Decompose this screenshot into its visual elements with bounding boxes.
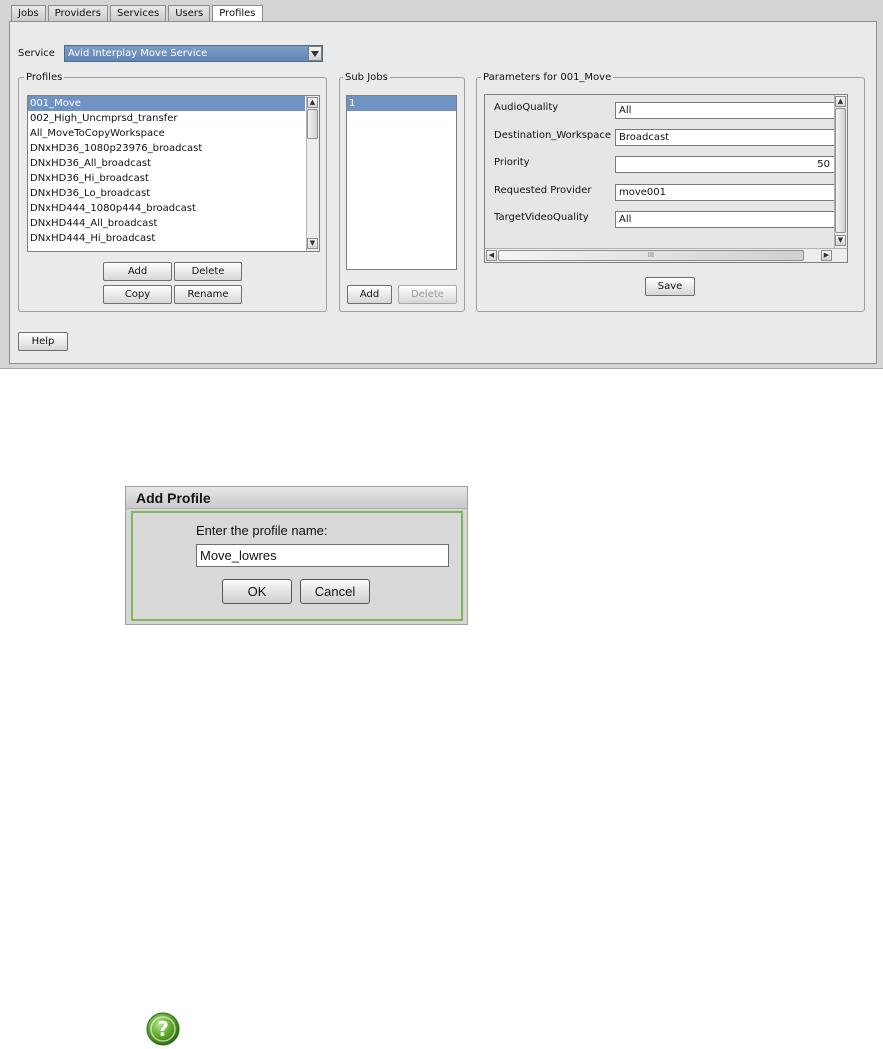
subjobs-list[interactable]: 1 xyxy=(346,95,457,270)
profile-name-input[interactable]: Move_lowres xyxy=(196,544,449,567)
param-name: Priority xyxy=(494,157,530,168)
scroll-up-icon[interactable]: ▲ xyxy=(835,96,846,107)
dialog-prompt: Enter the profile name: xyxy=(196,523,328,538)
tab-jobs[interactable]: Jobs xyxy=(11,5,46,22)
help-button[interactable]: Help xyxy=(18,332,68,351)
list-item[interactable]: DNxHD444_All_broadcast xyxy=(28,216,305,231)
list-item[interactable]: All_MoveToCopyWorkspace xyxy=(28,126,305,141)
service-select[interactable]: Avid Interplay Move Service xyxy=(64,45,323,62)
tab-users[interactable]: Users xyxy=(168,5,211,22)
list-item[interactable]: DNxHD444_Hi_broadcast xyxy=(28,231,305,246)
profile-copy-button[interactable]: Copy xyxy=(103,285,172,304)
scroll-thumb[interactable] xyxy=(835,108,846,233)
subjob-add-button[interactable]: Add xyxy=(347,285,392,304)
chevron-down-icon xyxy=(311,51,319,57)
scroll-up-icon[interactable]: ▲ xyxy=(307,97,318,108)
profiles-group-label: Profiles xyxy=(24,72,65,83)
tab-services[interactable]: Services xyxy=(110,5,167,22)
param-name: AudioQuality xyxy=(494,102,559,113)
svg-text:?: ? xyxy=(157,1017,169,1041)
list-item[interactable]: DNxHD36_Lo_broadcast xyxy=(28,186,305,201)
param-value-field[interactable]: Broadcast xyxy=(615,129,835,146)
list-item[interactable]: 001_Move xyxy=(28,96,305,111)
profiles-scrollbar[interactable]: ▲ ▼ xyxy=(306,96,319,251)
list-item[interactable]: DNxHD36_1080p23976_broadcast xyxy=(28,141,305,156)
question-icon: ? xyxy=(146,1012,180,1049)
service-dropdown-button[interactable] xyxy=(308,46,322,61)
dialog-title: Add Profile xyxy=(126,487,467,509)
scroll-thumb[interactable]: III xyxy=(498,250,804,261)
list-item[interactable]: 1 xyxy=(347,96,456,111)
save-button[interactable]: Save xyxy=(645,277,695,296)
scroll-down-icon[interactable]: ▼ xyxy=(835,235,846,246)
service-label: Service xyxy=(18,48,55,59)
parameters-vscrollbar[interactable]: ▲ ▼ xyxy=(834,95,847,248)
param-value-field[interactable]: All xyxy=(615,211,835,228)
parameters-group-label: Parameters for 001_Move xyxy=(481,72,614,83)
param-value-field[interactable]: 50 xyxy=(615,156,835,173)
parameters-table: AudioQuality All Destination_Workspace B… xyxy=(484,94,848,263)
parameters-hscrollbar[interactable]: ◀ III ▶ xyxy=(485,248,847,262)
param-name: Requested Provider xyxy=(494,185,592,196)
scroll-left-icon[interactable]: ◀ xyxy=(486,250,497,261)
list-item[interactable]: DNxHD36_All_broadcast xyxy=(28,156,305,171)
profile-rename-button[interactable]: Rename xyxy=(174,285,242,304)
profile-delete-button[interactable]: Delete xyxy=(174,262,242,281)
scroll-right-icon[interactable]: ▶ xyxy=(821,250,832,261)
tab-strip: Jobs Providers Services Users Profiles xyxy=(11,5,265,23)
subjobs-group-label: Sub Jobs xyxy=(343,72,390,83)
ok-button[interactable]: OK xyxy=(222,579,292,604)
subjob-delete-button: Delete xyxy=(398,285,457,304)
param-name: Destination_Workspace xyxy=(494,130,612,141)
profiles-list[interactable]: 001_Move 002_High_Uncmprsd_transfer All_… xyxy=(27,95,320,252)
scroll-down-icon[interactable]: ▼ xyxy=(307,238,318,249)
list-item[interactable]: 002_High_Uncmprsd_transfer xyxy=(28,111,305,126)
cancel-button[interactable]: Cancel xyxy=(300,579,370,604)
param-value-field[interactable]: All xyxy=(615,102,835,119)
profile-add-button[interactable]: Add xyxy=(103,262,172,281)
param-value-field[interactable]: move001 xyxy=(615,184,835,201)
param-name: TargetVideoQuality xyxy=(494,212,589,223)
scroll-thumb[interactable] xyxy=(307,109,318,139)
list-item[interactable]: DNxHD36_Hi_broadcast xyxy=(28,171,305,186)
list-item[interactable]: DNxHD444_1080p444_broadcast xyxy=(28,201,305,216)
tab-providers[interactable]: Providers xyxy=(47,5,109,22)
